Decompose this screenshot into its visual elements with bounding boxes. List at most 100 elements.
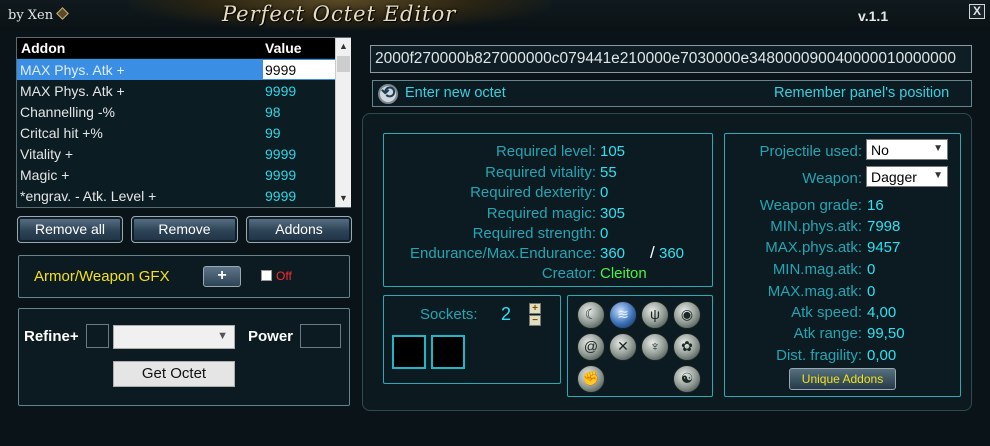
endurance-slash: / [650,243,655,262]
blue-wave-icon[interactable]: ≋ [609,301,637,329]
max-phys-atk-label: MAX.phys.atk: [765,239,862,256]
diamond-icon [56,7,69,20]
yin-yang-icon[interactable]: ☯ [673,365,701,393]
gfx-label: Armor/Weapon GFX [34,268,170,285]
dist-fragility-label: Dist. fragility: [776,347,862,364]
close-button[interactable]: X [969,4,985,19]
crossed-blades-icon[interactable]: ✕ [609,333,637,361]
mask-icon[interactable]: ♆ [641,333,669,361]
endurance-label: Endurance/Max.Endurance: [410,245,596,262]
sockets-decrement-button[interactable]: − [529,315,541,326]
sockets-count: 2 [501,304,512,324]
projectile-label: Projectile used: [759,143,862,160]
socket-slot-1[interactable] [392,335,426,369]
chevron-down-icon: ▼ [933,143,943,154]
orb-icon[interactable]: ◉ [673,301,701,329]
title-bar: by Xen Perfect Octet Editor v.1.1 X [0,0,990,30]
addon-value: 9999 [265,146,297,162]
addon-name: MAX Phys. Atk + [20,83,125,99]
min-phys-atk-label: MIN.phys.atk: [770,218,862,235]
weapon-grade-value[interactable]: 16 [867,197,884,214]
enter-octet-link[interactable]: Enter new octet [405,85,506,101]
addon-column-header[interactable]: Addon [21,40,65,56]
addon-list-header: Addon Value [17,38,335,58]
socket-slot-2[interactable] [431,335,465,369]
max-mag-atk-label: MAX.mag.atk: [767,283,862,300]
required-level-value[interactable]: 105 [600,143,625,160]
addon-value: 9999 [265,167,297,183]
required-vitality-value[interactable]: 55 [600,164,617,181]
value-column-header[interactable]: Value [265,40,302,56]
gfx-toggle-label: Off [276,269,292,283]
author-label: by Xen [8,7,69,23]
max-endurance-value[interactable]: 360 [659,245,684,262]
addon-row[interactable]: Magic + 9999 [17,164,335,185]
swirl-icon[interactable]: @ [577,333,605,361]
addon-name: Channelling -% [20,104,115,120]
addon-name: Magic + [20,167,70,183]
moon-icon[interactable]: ☾ [577,301,605,329]
weapon-label: Weapon: [802,170,862,187]
addon-name: *engrav. - Atk. Level + [20,188,157,204]
required-strength-value[interactable]: 0 [600,225,608,242]
addon-row[interactable]: Critcal hit +% 99 [17,122,335,143]
get-octet-button[interactable]: Get Octet [113,361,235,387]
addon-scrollbar[interactable]: ▲ ▼ [335,38,351,207]
addon-value[interactable]: 9999 [263,60,335,79]
power-input[interactable] [300,324,341,348]
scroll-thumb[interactable] [337,56,350,72]
atk-speed-label: Atk speed: [791,304,862,321]
addon-value: 9999 [265,188,297,204]
endurance-value[interactable]: 360 [600,245,625,262]
min-mag-atk-value[interactable]: 0 [867,261,875,278]
max-mag-atk-value[interactable]: 0 [867,283,875,300]
unique-addons-button[interactable]: Unique Addons [789,368,896,390]
fist-icon[interactable]: ✊ [577,365,605,393]
scroll-up-icon[interactable]: ▲ [336,38,351,55]
addon-row[interactable]: MAX Phys. Atk + 9999 [17,59,335,80]
refresh-icon[interactable] [378,83,398,104]
required-magic-value[interactable]: 305 [600,205,625,222]
addon-name: Critcal hit +% [20,125,103,141]
atk-speed-value[interactable]: 4,00 [867,304,896,321]
app-title: Perfect Octet Editor [222,2,457,26]
min-phys-atk-value[interactable]: 7998 [867,218,900,235]
addon-name: MAX Phys. Atk + [20,62,125,78]
refine-input[interactable] [86,324,109,348]
octet-input[interactable]: 2000f270000b827000000c079441e210000e7030… [370,45,972,73]
addon-value: 99 [265,125,281,141]
addon-name: Vitality + [20,146,74,162]
claw-icon[interactable]: ψ [641,301,669,329]
atk-range-value[interactable]: 99,50 [867,325,905,342]
creator-value[interactable]: Cleiton [600,265,647,282]
chevron-down-icon: ▼ [217,330,228,342]
lotus-icon[interactable]: ✿ [673,333,701,361]
addon-row[interactable]: MAX Phys. Atk + 9999 [17,80,335,101]
dist-fragility-value[interactable]: 0,00 [867,347,896,364]
addon-list[interactable]: Addon Value MAX Phys. Atk +9999 MAX Phys.… [16,37,351,208]
addon-row[interactable]: Channelling -% 98 [17,101,335,122]
atk-range-label: Atk range: [793,325,862,342]
refine-label: Refine+ [24,328,79,345]
refine-select[interactable]: ▼ [113,325,235,349]
sockets-increment-button[interactable]: + [529,303,541,314]
remember-position-link[interactable]: Remember panel's position [774,85,949,101]
weapon-select[interactable]: Dagger ▼ [866,166,948,187]
max-phys-atk-value[interactable]: 9457 [867,239,900,256]
addon-row[interactable]: Vitality + 9999 [17,143,335,164]
projectile-select[interactable]: No ▼ [866,139,948,160]
scroll-down-icon[interactable]: ▼ [336,190,351,207]
required-level-label: Required level: [495,143,596,160]
weapon-grade-label: Weapon grade: [759,197,862,214]
addon-value: 9999 [265,83,297,99]
remove-all-button[interactable]: Remove all [17,216,123,243]
required-magic-label: Required magic: [486,205,596,222]
gfx-checkbox[interactable] [261,270,272,281]
gfx-add-button[interactable]: + [203,266,241,287]
required-dexterity-value[interactable]: 0 [600,184,608,201]
sockets-label: Sockets: [420,306,478,323]
addons-button[interactable]: Addons [246,216,352,243]
required-dexterity-label: Required dexterity: [470,184,596,201]
addon-row[interactable]: *engrav. - Atk. Level + 9999 [17,185,335,206]
remove-button[interactable]: Remove [131,216,238,243]
